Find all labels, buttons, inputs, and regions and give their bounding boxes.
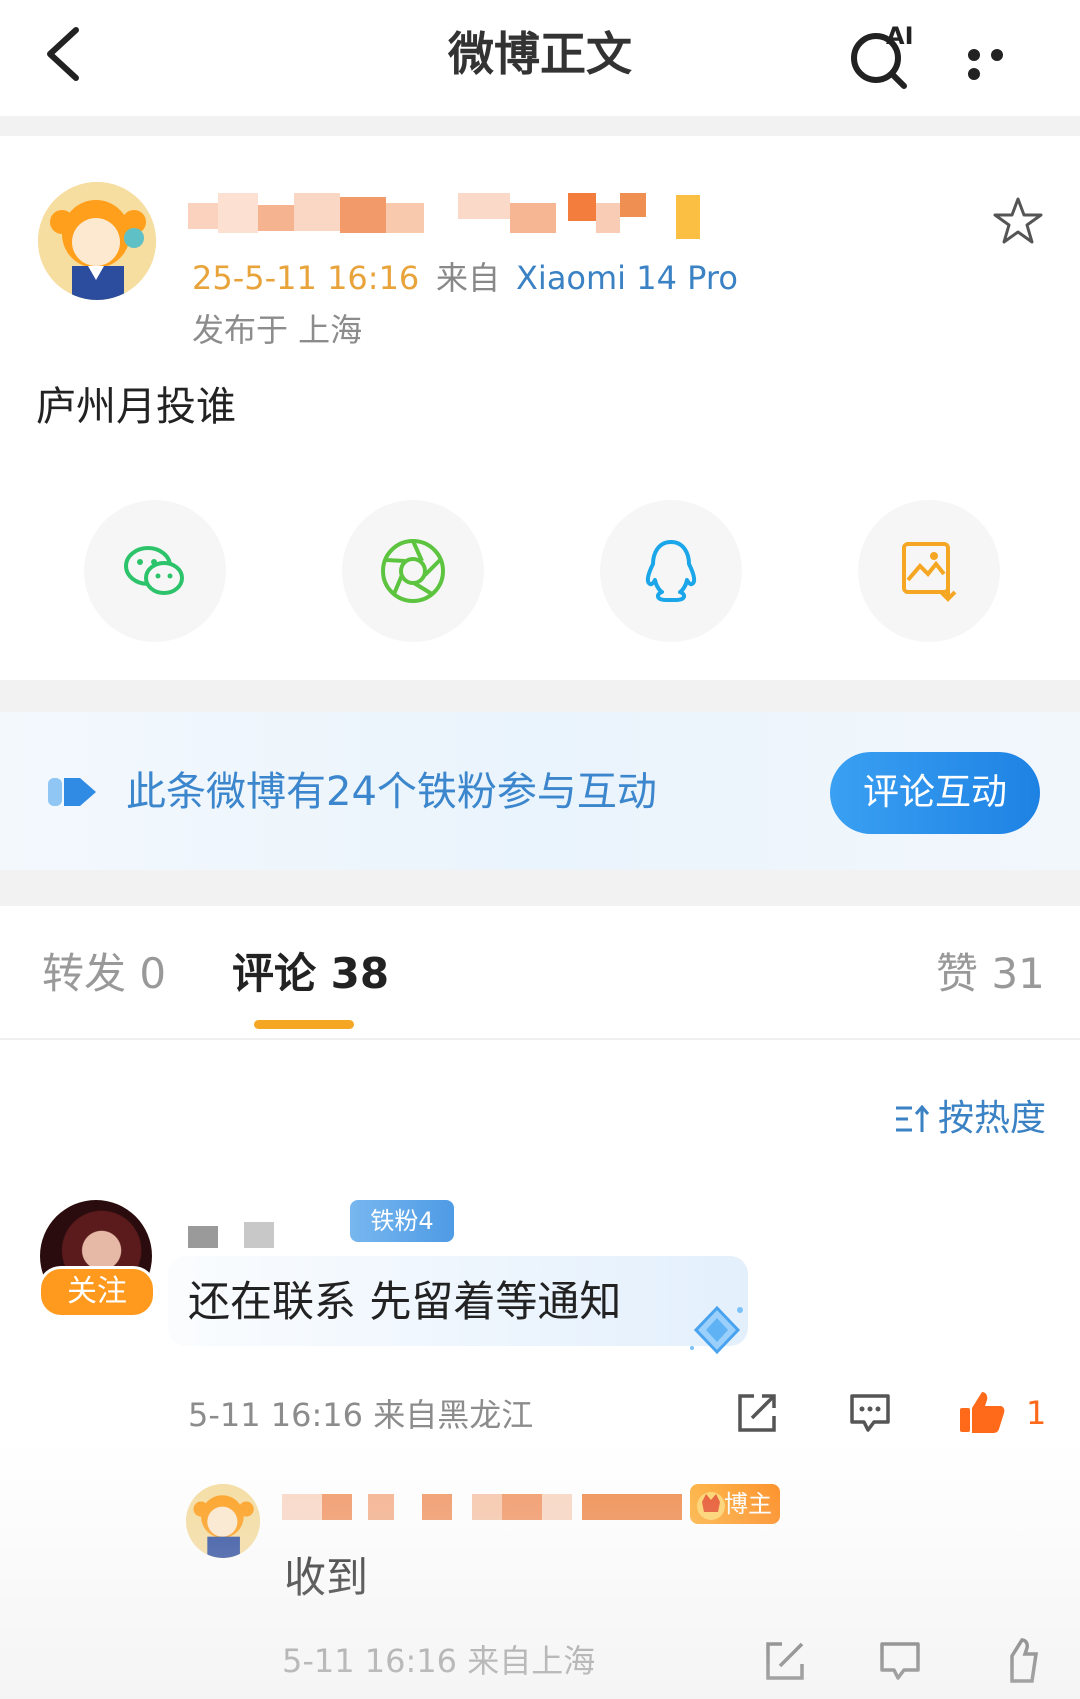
- comment-icon[interactable]: [878, 1640, 922, 1682]
- like-thumb-icon[interactable]: [998, 1636, 1040, 1684]
- post-device-link[interactable]: Xiaomi 14 Pro: [516, 258, 738, 298]
- save-image-icon: [902, 542, 957, 602]
- fan-interaction-text: 此条微博有24个铁粉参与互动: [126, 769, 657, 815]
- reply-author-name-mosaic[interactable]: [282, 1494, 682, 1520]
- qq-icon: [645, 540, 697, 602]
- weibo-post-detail-page: 微博正文 AI 25-5-11 16:16 来自 Xiaomi 14 Pro 发…: [0, 0, 1080, 1699]
- save-image-button[interactable]: [858, 500, 1000, 642]
- sort-by-hot-button[interactable]: 按热度: [938, 1096, 1046, 1142]
- reply-author-avatar[interactable]: [186, 1484, 260, 1558]
- tab-active-indicator: [254, 1020, 354, 1029]
- section-gap: [0, 116, 1080, 136]
- sort-icon[interactable]: [894, 1102, 930, 1136]
- diamond-icon: [690, 1305, 743, 1355]
- top-nav-bar: 微博正文 AI: [0, 0, 1080, 116]
- post-location: 发布于 上海: [192, 311, 363, 349]
- reply-meta: 5-11 16:16 来自上海: [282, 1642, 596, 1680]
- comment-icon[interactable]: [848, 1392, 892, 1434]
- share-wechat-button[interactable]: [84, 500, 226, 642]
- share-icon[interactable]: [764, 1640, 806, 1682]
- author-avatar[interactable]: [38, 182, 156, 300]
- wechat-icon: [124, 546, 184, 595]
- fan-play-icon: [48, 778, 96, 806]
- share-icon[interactable]: [736, 1392, 778, 1434]
- comment-meta: 5-11 16:16 来自黑龙江: [188, 1396, 534, 1434]
- more-dots-icon[interactable]: [968, 46, 1030, 80]
- share-qq-button[interactable]: [600, 500, 742, 642]
- tab-like[interactable]: 赞 31: [936, 946, 1045, 1002]
- author-name-mosaic: [188, 193, 708, 247]
- tab-comment[interactable]: 评论 38: [232, 946, 389, 1002]
- follow-button[interactable]: 关注: [38, 1266, 156, 1318]
- reply-text: 收到: [284, 1553, 369, 1602]
- star-outline-icon[interactable]: [992, 196, 1044, 246]
- like-thumb-icon[interactable]: [958, 1388, 1006, 1436]
- commenter-name-mosaic[interactable]: [188, 1222, 288, 1248]
- divider: [0, 1038, 1080, 1040]
- moments-icon: [381, 539, 445, 603]
- comment-interaction-button[interactable]: 评论互动: [830, 752, 1040, 834]
- post-from-label: 来自: [436, 259, 501, 297]
- ai-label: AI: [886, 22, 914, 50]
- comment-text: 还在联系 先留着等通知: [188, 1277, 622, 1326]
- post-time: 25-5-11 16:16: [192, 259, 420, 297]
- crown-icon: [697, 1492, 725, 1520]
- section-gap: [0, 680, 1080, 712]
- ai-search-icon[interactable]: AI: [846, 16, 920, 92]
- like-count: 1: [1026, 1394, 1047, 1432]
- share-moments-button[interactable]: [342, 500, 484, 642]
- fan-level-badge: 铁粉4: [350, 1200, 454, 1242]
- tab-repost[interactable]: 转发 0: [42, 946, 166, 1002]
- section-gap: [0, 870, 1080, 906]
- post-body-text: 庐州月投谁: [36, 384, 236, 430]
